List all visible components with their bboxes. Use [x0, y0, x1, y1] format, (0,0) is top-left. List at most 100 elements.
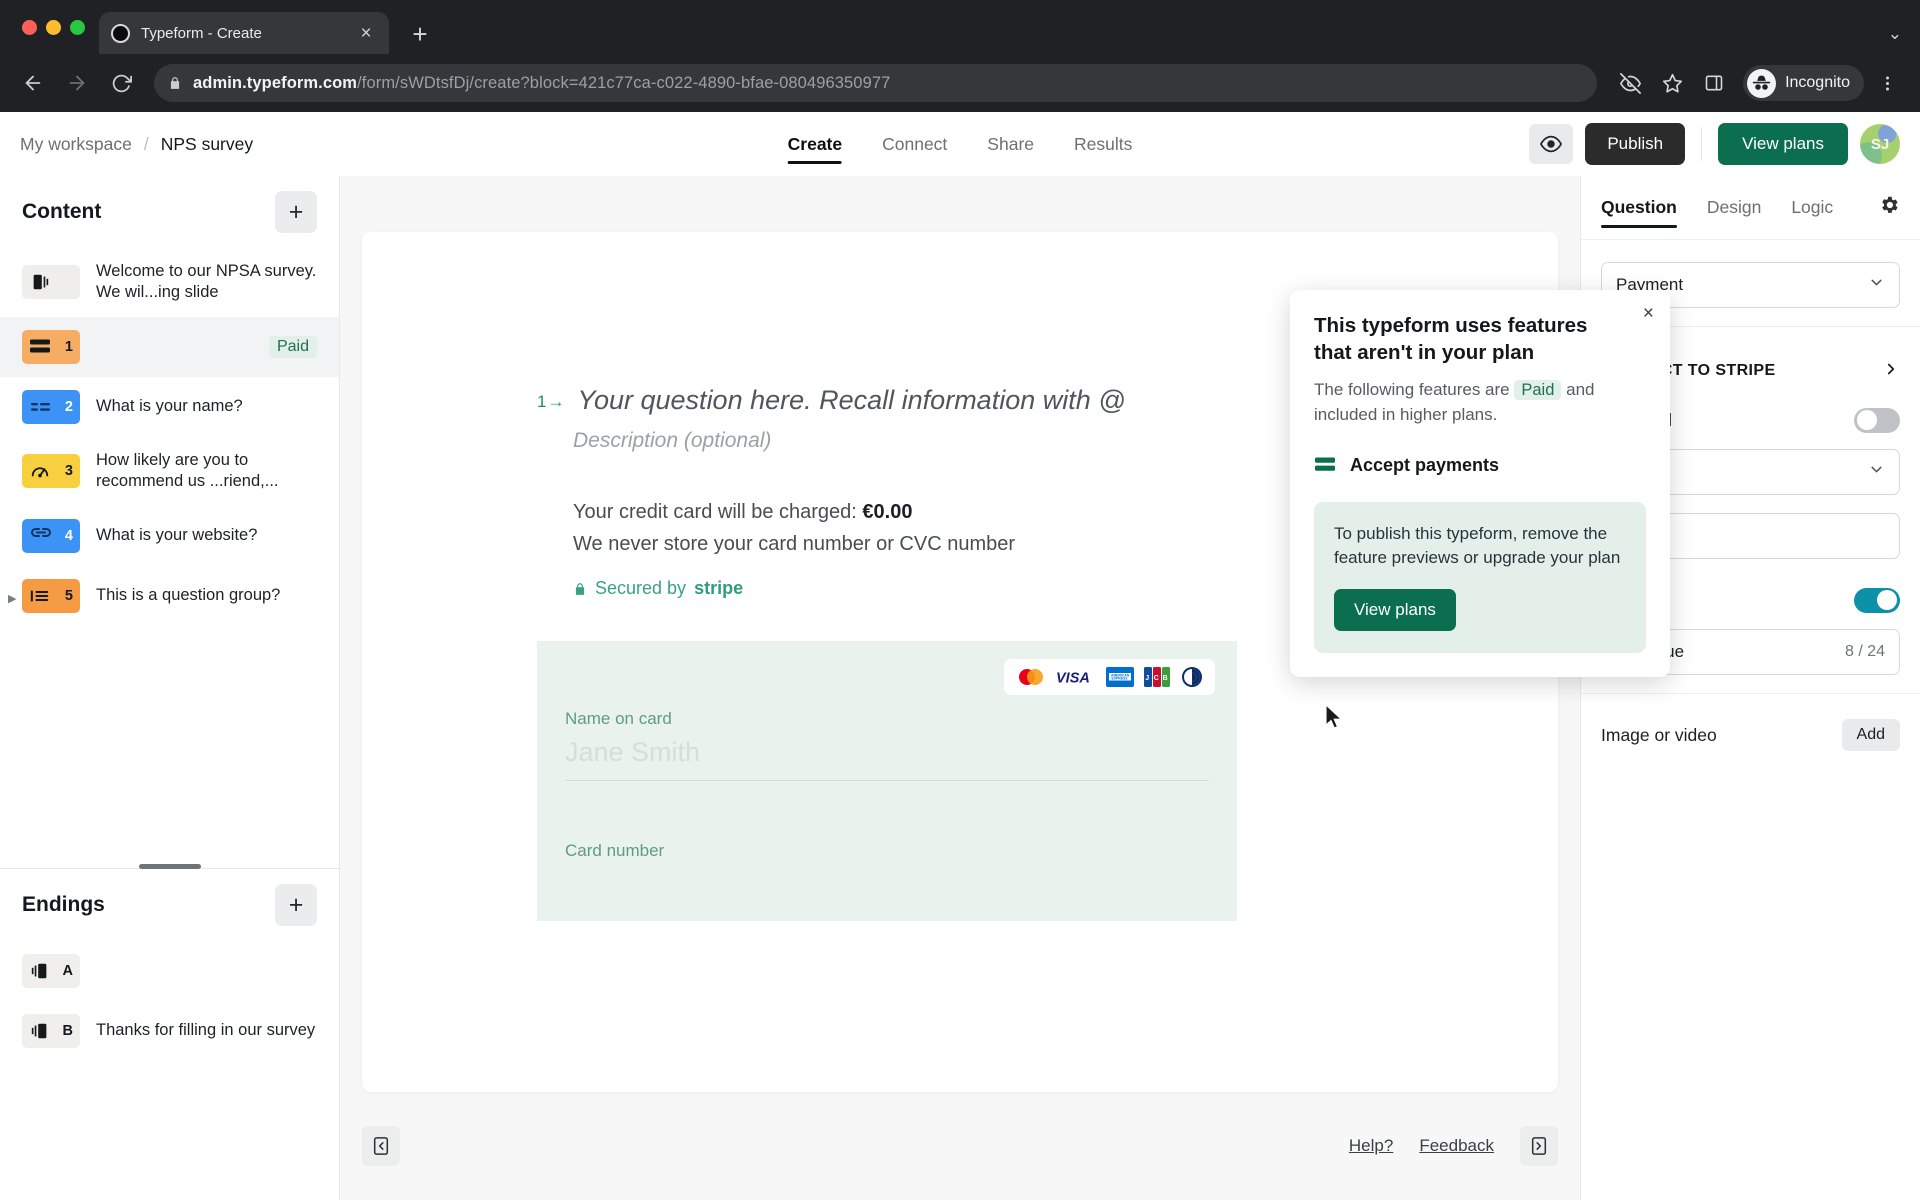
window-minimize-button[interactable] [46, 19, 61, 35]
tab-results[interactable]: Results [1074, 112, 1132, 176]
list-item[interactable]: B Thanks for filling in our survey [0, 1001, 339, 1061]
tab-search-chevron-icon[interactable]: ⌄ [1888, 24, 1902, 44]
reload-icon[interactable] [102, 64, 140, 102]
visa-icon: VISA [1056, 671, 1090, 686]
secured-prefix: Secured by [595, 578, 687, 599]
item-label: What is your name? [96, 397, 243, 416]
svg-text:VISA: VISA [1056, 671, 1090, 686]
ending-slide-glyph [31, 1023, 47, 1039]
question-title[interactable]: Your question here. Recall information w… [577, 382, 1125, 418]
view-plans-button[interactable]: View plans [1718, 123, 1848, 165]
content-item-list: Welcome to our NPSA survey. We wil...ing… [0, 248, 339, 868]
feedback-link[interactable]: Feedback [1419, 1136, 1494, 1156]
new-tab-button[interactable]: + [405, 21, 435, 47]
incognito-icon [1747, 68, 1777, 98]
charge-line: Your credit card will be charged: €0.00 [573, 501, 1382, 524]
bottom-links: Help? Feedback [1349, 1126, 1558, 1166]
chevron-right-icon [1882, 360, 1900, 383]
address-bar[interactable]: admin.typeform.com/form/sWDtsfDj/create?… [154, 64, 1598, 102]
side-panel-icon[interactable] [1695, 64, 1733, 102]
tab-close-icon[interactable]: × [355, 24, 377, 43]
rp-tab-logic[interactable]: Logic [1791, 176, 1833, 240]
name-on-card-input[interactable]: Jane Smith [565, 737, 1209, 782]
name-on-card-label: Name on card [565, 709, 672, 729]
list-item[interactable]: 3 How likely are you to recommend us ...… [0, 437, 339, 506]
list-item[interactable]: Welcome to our NPSA survey. We wil...ing… [0, 248, 339, 317]
lock-icon [170, 77, 180, 89]
button-toggle[interactable] [1854, 587, 1900, 613]
list-item[interactable]: 2 What is your name? [0, 377, 339, 437]
endings-panel-title: Endings [22, 893, 105, 916]
breadcrumb-form-name[interactable]: NPS survey [161, 134, 253, 155]
collapse-right-panel-button[interactable] [1520, 1126, 1558, 1166]
publish-button[interactable]: Publish [1585, 123, 1686, 165]
list-item[interactable]: 5 This is a question group? [0, 566, 339, 626]
typeform-app: My workspace / NPS survey Create Connect… [0, 112, 1920, 1200]
chevron-right-icon[interactable]: ▶ [8, 592, 16, 605]
browser-menu-icon[interactable] [1868, 64, 1906, 102]
payment-form-preview: VISA AMERICAN EXPRESS JCB Name on card Ja… [537, 641, 1237, 922]
breadcrumb-separator: / [143, 133, 149, 154]
avatar[interactable]: SJ [1860, 124, 1900, 164]
endings-panel-header: Endings + [0, 869, 339, 941]
breadcrumb-workspace[interactable]: My workspace [20, 134, 132, 155]
window-close-button[interactable] [22, 19, 37, 35]
mouse-cursor [1325, 704, 1343, 729]
add-content-button[interactable]: + [275, 191, 317, 233]
content-panel-title: Content [22, 200, 102, 223]
header-divider [1701, 127, 1703, 161]
browser-tab[interactable]: Typeform - Create × [99, 12, 389, 54]
tab-share[interactable]: Share [987, 112, 1034, 176]
window-controls[interactable] [14, 0, 99, 54]
question-title-row: 1→ Your question here. Recall informatio… [537, 382, 1382, 418]
forward-arrow-icon[interactable] [58, 64, 96, 102]
item-number: 4 [64, 527, 73, 544]
toolbar-actions: Incognito [1611, 64, 1906, 102]
secured-by-stripe: Secured by stripe [573, 578, 1382, 599]
jcb-icon: JCB [1144, 667, 1170, 688]
mastercard-icon [1019, 669, 1043, 686]
tab-connect[interactable]: Connect [882, 112, 947, 176]
svg-text:EXPRESS: EXPRESS [1112, 677, 1129, 681]
divider [1581, 693, 1920, 694]
image-or-video-row: Image or video Add [1601, 712, 1900, 758]
status-badge: Paid [268, 335, 317, 358]
rp-tab-design[interactable]: Design [1707, 176, 1761, 240]
list-item[interactable]: A [0, 941, 339, 1001]
list-item[interactable]: 4 What is your website? [0, 506, 339, 566]
item-number: A [62, 963, 73, 979]
stripe-brand: stripe [694, 578, 744, 599]
question-group-icon: 5 [22, 578, 80, 613]
sidebar-resize-handle[interactable] [138, 864, 201, 869]
profile-incognito-button[interactable]: Incognito [1743, 65, 1864, 101]
back-arrow-icon[interactable] [14, 64, 52, 102]
preview-eye-icon[interactable] [1529, 124, 1574, 164]
required-toggle[interactable] [1854, 407, 1900, 433]
right-panel-tabs: Question Design Logic [1581, 176, 1920, 240]
rp-tab-question[interactable]: Question [1601, 176, 1677, 240]
list-item[interactable]: 1 Paid [0, 316, 339, 377]
bookmark-star-icon[interactable] [1653, 64, 1691, 102]
item-number: B [62, 1023, 73, 1039]
popover-view-plans-button[interactable]: View plans [1334, 588, 1456, 631]
ending-slide-icon: A [22, 954, 80, 988]
link-glyph [31, 527, 51, 537]
close-icon[interactable]: × [1643, 304, 1654, 323]
ending-slide-glyph [31, 963, 47, 979]
add-media-button[interactable]: Add [1841, 719, 1900, 751]
upgrade-popover: × This typeform uses features that aren'… [1290, 290, 1670, 677]
question-index: 1→ [537, 392, 566, 411]
window-maximize-button[interactable] [70, 19, 85, 35]
question-description[interactable]: Description (optional) [573, 429, 1382, 453]
tab-create[interactable]: Create [787, 112, 843, 176]
collapse-left-panel-button[interactable] [362, 1126, 400, 1166]
item-number: 1 [64, 338, 73, 355]
popover-subtitle-pre: The following features are [1314, 380, 1510, 400]
profile-label: Incognito [1785, 74, 1850, 91]
hide-password-eye-icon[interactable] [1611, 64, 1649, 102]
help-link[interactable]: Help? [1349, 1136, 1393, 1156]
popover-cta-text: To publish this typeform, remove the fea… [1334, 523, 1621, 568]
add-ending-button[interactable]: + [275, 884, 317, 926]
gear-icon[interactable] [1878, 194, 1900, 221]
item-number: 2 [64, 398, 73, 415]
